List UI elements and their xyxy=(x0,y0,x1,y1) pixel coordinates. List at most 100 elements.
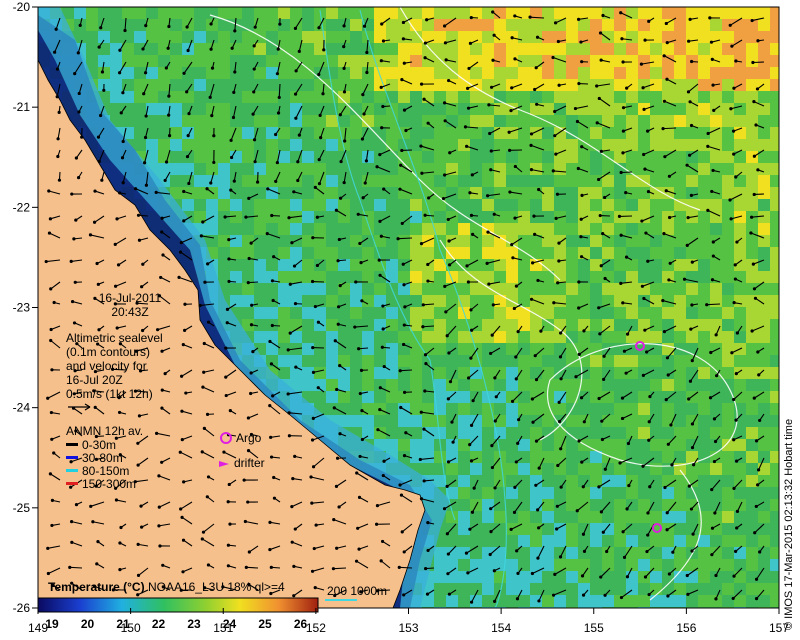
velocity-arrow-head xyxy=(752,192,756,197)
velocity-arrow-head xyxy=(334,484,339,488)
velocity-arrow-head xyxy=(535,35,540,39)
sst-cell xyxy=(482,595,494,607)
sst-cell xyxy=(662,391,674,403)
sst-cell xyxy=(698,511,710,523)
velocity-arrow-head xyxy=(642,296,646,301)
velocity-arrow-head xyxy=(96,540,100,544)
sst-cell xyxy=(638,391,650,403)
sst-cell xyxy=(746,403,758,415)
sst-cell xyxy=(590,367,602,379)
sst-cell xyxy=(602,19,614,31)
velocity-arrow-head xyxy=(441,196,446,201)
sst-cell xyxy=(734,307,746,319)
sst-cell xyxy=(374,415,386,427)
sst-cell xyxy=(566,139,578,151)
sst-cell xyxy=(290,223,302,235)
velocity-arrow xyxy=(333,567,347,570)
sst-cell xyxy=(770,571,779,583)
sst-cell xyxy=(578,211,590,223)
sst-cell xyxy=(698,463,710,475)
velocity-arrow-head xyxy=(338,113,342,117)
sst-cell xyxy=(734,115,746,127)
sst-cell xyxy=(602,571,614,583)
velocity-arrow-head xyxy=(229,155,234,160)
sst-cell xyxy=(242,67,254,79)
sst-cell xyxy=(410,391,422,403)
velocity-arrow-head xyxy=(557,400,561,404)
velocity-arrow-head xyxy=(644,231,648,235)
velocity-arrow-head xyxy=(143,135,148,140)
velocity-arrow-head xyxy=(687,484,691,488)
sst-cell xyxy=(434,343,446,355)
velocity-arrow-head xyxy=(640,284,645,288)
sst-cell xyxy=(326,67,338,79)
velocity-arrow-head xyxy=(342,24,346,28)
sst-cell xyxy=(770,511,779,523)
sst-cell xyxy=(674,271,686,283)
sst-cell xyxy=(650,475,662,487)
sst-cell xyxy=(674,559,686,571)
sst-cell xyxy=(218,91,230,103)
velocity-arrow-head xyxy=(576,166,580,171)
sst-cell xyxy=(626,463,638,475)
sst-cell xyxy=(434,307,446,319)
sst-cell xyxy=(710,559,722,571)
sst-cell xyxy=(518,31,530,43)
sst-cell xyxy=(290,271,302,283)
velocity-arrow-head xyxy=(579,40,583,44)
sst-cell xyxy=(542,187,554,199)
velocity-arrow xyxy=(663,127,677,130)
sst-cell xyxy=(458,235,470,247)
sst-cell xyxy=(722,391,734,403)
sst-cell xyxy=(290,247,302,259)
sst-cell xyxy=(494,331,506,343)
sst-cell xyxy=(134,103,146,115)
sst-cell xyxy=(638,235,650,247)
sst-cell xyxy=(422,223,434,235)
sst-cell xyxy=(482,583,494,595)
velocity-arrow-head xyxy=(95,562,99,566)
sst-cell xyxy=(638,427,650,439)
sst-cell xyxy=(278,295,290,307)
velocity-arrow-head xyxy=(422,479,426,483)
velocity-arrow-head xyxy=(118,48,122,52)
velocity-arrow-head xyxy=(270,323,274,328)
sst-cell xyxy=(386,307,398,319)
sst-cell xyxy=(194,31,206,43)
velocity-arrow-head xyxy=(121,139,125,144)
sst-cell xyxy=(770,391,779,403)
sst-cell xyxy=(458,55,470,67)
velocity-arrow-head xyxy=(734,59,738,63)
sst-cell xyxy=(326,115,338,127)
sst-cell xyxy=(350,43,362,55)
velocity-arrow-head xyxy=(160,216,164,220)
velocity-arrow-head xyxy=(272,475,276,480)
velocity-arrow xyxy=(246,566,259,569)
velocity-arrow-head xyxy=(536,278,540,283)
sst-cell xyxy=(590,7,602,19)
sst-cell xyxy=(626,607,638,608)
sst-cell xyxy=(518,355,530,367)
sst-cell xyxy=(638,139,650,151)
sst-cell xyxy=(710,151,722,163)
lon-tick-label: 156 xyxy=(676,621,696,635)
velocity-arrow-head xyxy=(143,71,148,75)
sst-cell xyxy=(686,595,698,607)
sst-cell xyxy=(398,115,410,127)
sst-cell xyxy=(518,343,530,355)
sst-cell xyxy=(374,139,386,151)
velocity-arrow-head xyxy=(605,549,609,554)
sst-cell xyxy=(398,175,410,187)
velocity-arrow-head xyxy=(309,475,313,479)
velocity-arrow-head xyxy=(159,275,163,280)
velocity-arrow-head xyxy=(379,59,383,63)
sst-cell xyxy=(722,559,734,571)
velocity-arrow-head xyxy=(136,542,140,546)
sst-cell xyxy=(254,247,266,259)
sst-cell xyxy=(410,7,422,19)
sst-cell xyxy=(194,151,206,163)
sst-cell xyxy=(710,595,722,607)
sst-cell xyxy=(722,19,734,31)
sst-cell xyxy=(710,331,722,343)
sst-cell xyxy=(458,607,470,608)
